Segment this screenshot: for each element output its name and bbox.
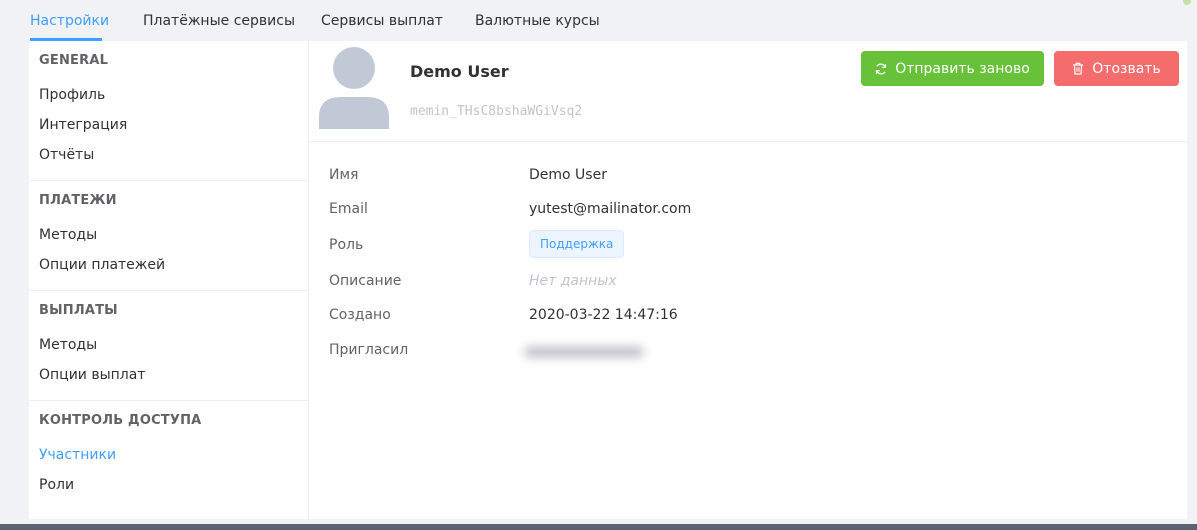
sidebar-item-roles[interactable]: Роли xyxy=(39,477,74,493)
sidebar-section-access-control: КОНТРОЛЬ ДОСТУПА Участники Роли xyxy=(29,401,308,519)
user-avatar-icon xyxy=(319,47,389,129)
created-value: 2020-03-22 14:47:16 xyxy=(529,307,678,323)
settings-sidebar: GENERAL Профиль Интеграция Отчёты ПЛАТЕЖ… xyxy=(29,41,309,519)
sidebar-item-payout-options[interactable]: Опции выплат xyxy=(39,367,146,383)
name-label: Имя xyxy=(329,167,359,183)
sidebar-item-payout-methods[interactable]: Методы xyxy=(39,337,97,353)
email-value: yutest@mailinator.com xyxy=(529,201,692,217)
sidebar-section-general: GENERAL Профиль Интеграция Отчёты xyxy=(29,41,308,180)
status-dot xyxy=(1183,0,1191,5)
email-label: Email xyxy=(329,201,368,217)
name-value: Demo User xyxy=(529,167,607,183)
role-tag: Поддержка xyxy=(529,230,625,258)
trash-icon xyxy=(1073,62,1084,75)
tab-payout-services[interactable]: Сервисы выплат xyxy=(321,12,443,30)
sidebar-section-title: ВЫПЛАТЫ xyxy=(39,303,118,318)
sidebar-section-payments: ПЛАТЕЖИ Методы Опции платежей xyxy=(29,181,308,290)
sidebar-item-payment-options[interactable]: Опции платежей xyxy=(39,257,165,273)
tab-currency-rates[interactable]: Валютные курсы xyxy=(475,12,600,30)
sidebar-item-reports[interactable]: Отчёты xyxy=(39,147,94,163)
tab-payment-services[interactable]: Платёжные сервисы xyxy=(143,12,295,30)
page-gutter xyxy=(1187,41,1197,524)
invited-by-redacted xyxy=(514,341,654,363)
top-tabs: Настройки Платёжные сервисы Сервисы выпл… xyxy=(0,0,1197,41)
revoke-invite-label: Отозвать xyxy=(1092,60,1161,77)
sidebar-item-integration[interactable]: Интеграция xyxy=(39,117,127,133)
bottom-bar xyxy=(0,524,1197,530)
sidebar-item-members[interactable]: Участники xyxy=(39,447,116,463)
revoke-invite-button[interactable]: Отозвать xyxy=(1054,51,1179,86)
sidebar-item-profile[interactable]: Профиль xyxy=(39,87,105,103)
header-divider xyxy=(309,141,1187,142)
tab-settings[interactable]: Настройки xyxy=(30,12,109,30)
role-label: Роль xyxy=(329,237,364,253)
refresh-icon xyxy=(876,62,887,75)
member-name: Demo User xyxy=(410,62,509,81)
description-value: Нет данных xyxy=(529,273,617,289)
sidebar-section-payouts: ВЫПЛАТЫ Методы Опции выплат xyxy=(29,291,308,400)
member-id: memin_THsC8bshaWGiVsq2 xyxy=(410,104,583,119)
sidebar-section-title: КОНТРОЛЬ ДОСТУПА xyxy=(39,413,202,428)
description-label: Описание xyxy=(329,273,402,289)
invited-by-label: Пригласил xyxy=(329,342,409,358)
sidebar-item-payment-methods[interactable]: Методы xyxy=(39,227,97,243)
resend-invite-button[interactable]: Отправить заново xyxy=(861,51,1044,86)
created-label: Создано xyxy=(329,307,391,323)
resend-invite-label: Отправить заново xyxy=(895,60,1030,77)
settings-panel: GENERAL Профиль Интеграция Отчёты ПЛАТЕЖ… xyxy=(29,41,1187,519)
member-details: Demo User memin_THsC8bshaWGiVsq2 Отправи… xyxy=(309,41,1187,519)
sidebar-section-title: ПЛАТЕЖИ xyxy=(39,193,117,208)
sidebar-section-title: GENERAL xyxy=(39,53,109,68)
